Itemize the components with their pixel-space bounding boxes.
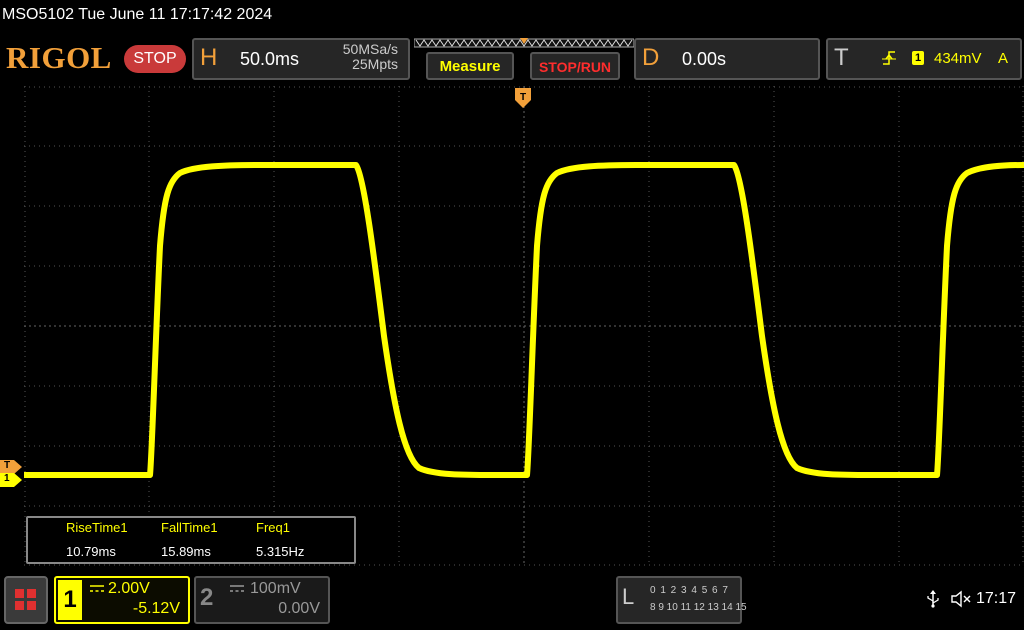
title-text: MSO5102 Tue June 11 17:17:42 2024 <box>2 6 273 23</box>
menu-button[interactable] <box>4 576 48 624</box>
ch1-ground-marker-label: 1 <box>4 473 10 484</box>
rigol-logo: RIGOL <box>6 40 112 75</box>
horizontal-label: H <box>200 44 218 71</box>
dc-coupling-icon <box>90 585 104 592</box>
clock: 17:17 <box>976 590 1017 607</box>
trigger-level-marker-label: T <box>4 460 11 471</box>
trigger-source-badge: 1 <box>912 51 924 65</box>
channel2-scale: 100mV <box>250 580 301 597</box>
trigger-mode: A <box>998 50 1009 67</box>
delay-label: D <box>642 44 660 71</box>
run-state-badge[interactable]: STOP <box>124 45 186 73</box>
measurement-value: 10.79ms <box>66 544 116 559</box>
memory-depth: 25Mpts <box>352 56 398 72</box>
sample-rate: 50MSa/s <box>342 41 398 57</box>
logic-analyzer-panel[interactable] <box>616 576 742 624</box>
sound-muted-icon[interactable] <box>950 590 972 608</box>
trigger-position-marker[interactable]: T <box>515 88 531 108</box>
channel1-offset: -5.12V <box>132 600 180 617</box>
timebase-value: 50.0ms <box>240 49 300 69</box>
ch1-ground-marker[interactable]: 1 <box>0 473 22 487</box>
title-bar: MSO5102 Tue June 11 17:17:42 2024 <box>0 0 1024 34</box>
logic-analyzer-label: L <box>622 584 635 609</box>
trigger-panel[interactable] <box>826 38 1022 80</box>
channel1-number: 1 <box>58 580 82 620</box>
usb-icon <box>927 590 939 608</box>
trigger-level-marker[interactable]: T <box>0 460 22 474</box>
rising-edge-icon <box>882 51 896 65</box>
trigger-level: 434mV <box>934 50 982 67</box>
measurement-label: Freq1 <box>256 520 290 535</box>
waveform-display[interactable] <box>24 86 1024 566</box>
dc-coupling-icon <box>230 585 244 592</box>
measurement-label: FallTime1 <box>161 520 218 535</box>
measurement-value: 15.89ms <box>161 544 211 559</box>
delay-panel[interactable] <box>634 38 820 80</box>
channel2-offset: 0.00V <box>278 600 320 617</box>
measurement-value: 5.315Hz <box>256 544 305 559</box>
measure-button[interactable]: Measure <box>426 52 514 80</box>
stop-run-button[interactable]: STOP/RUN <box>530 52 620 80</box>
svg-text:T: T <box>520 92 526 103</box>
measurement-label: RiseTime1 <box>66 520 128 535</box>
trigger-label: T <box>834 44 849 71</box>
channel2-number: 2 <box>200 584 214 611</box>
logic-channels-row2: 8 9 10 11 12 13 14 15 <box>650 602 747 613</box>
logic-channels-row1: 0 1 2 3 4 5 6 7 <box>650 585 729 596</box>
memory-position-bar <box>414 38 634 48</box>
channel1-scale: 2.00V <box>108 580 150 597</box>
delay-value: 0.00s <box>682 49 727 69</box>
grid-menu-icon <box>15 589 36 610</box>
